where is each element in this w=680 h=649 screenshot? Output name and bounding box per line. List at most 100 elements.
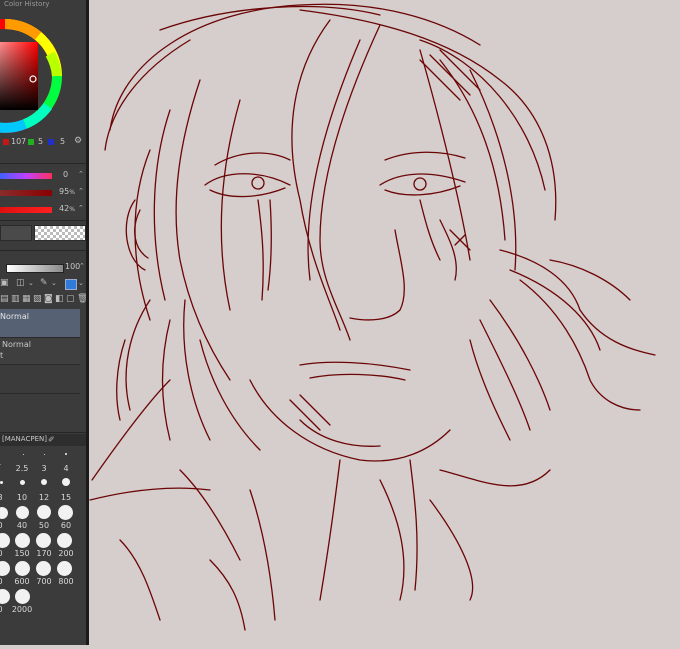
opacity-value[interactable]: 100 — [65, 262, 80, 271]
red-value[interactable]: 107 — [11, 137, 26, 146]
brush-dot[interactable] — [0, 481, 3, 484]
brush-size-label[interactable]: 2.5 — [11, 464, 33, 473]
value-slider[interactable] — [0, 207, 52, 213]
brush-size-grid: . 2.5 3 4 8 10 12 15 0 40 50 60 0 150 17… — [0, 448, 86, 618]
brush-size-label[interactable]: 200 — [55, 549, 77, 558]
red-swatch — [3, 139, 9, 145]
brush-size-label[interactable]: 0 — [0, 521, 11, 530]
saturation-row: 95% ⌃ — [0, 187, 86, 199]
color-wheel-icon[interactable] — [0, 14, 70, 138]
hue-stepper-icon[interactable]: ⌃ — [78, 170, 84, 179]
merge-icon[interactable]: ▧ — [33, 295, 42, 304]
new-vector-layer-icon[interactable]: ▥ — [11, 295, 20, 304]
brush-dot[interactable] — [0, 561, 10, 576]
hue-row: 0 ⌃ — [0, 170, 86, 182]
brush-size-label[interactable]: 8 — [0, 493, 11, 502]
lock-icon[interactable]: ▣ — [0, 279, 9, 288]
layer-color-icon[interactable] — [65, 279, 77, 290]
brush-size-label[interactable]: 3 — [33, 464, 55, 473]
brush-size-label[interactable]: 40 — [11, 521, 33, 530]
mask-icon[interactable]: ◙ — [44, 295, 53, 304]
brush-dot[interactable] — [65, 453, 67, 455]
main-color-swatch[interactable] — [0, 225, 32, 241]
saturation-slider[interactable] — [0, 190, 52, 196]
brush-size-label[interactable]: 10 — [11, 493, 33, 502]
brush-size-tabbar: [MANACPEN] ✐ — [0, 434, 86, 446]
layer-toolbar-bottom: ▤ ▥ ▦ ▧ ◙ ◧ ▢ 🗑 — [0, 293, 88, 307]
brush-size-label[interactable]: . — [0, 458, 11, 467]
brush-dot[interactable] — [41, 479, 47, 485]
layer-item[interactable]: Normal t — [0, 338, 80, 365]
apply-mask-icon[interactable]: ◧ — [55, 295, 64, 304]
layer-item-selected[interactable]: Normal — [0, 309, 80, 338]
value-value[interactable]: 42% — [59, 204, 75, 213]
layer-color-dropdown-icon[interactable]: ⌄ — [78, 279, 84, 288]
copy-layer-icon[interactable]: ▢ — [66, 295, 75, 304]
layer-toolbar-top: ▣ ◫ ⌄ ✎ ⌄ ⌄ — [0, 277, 86, 291]
brush-dot[interactable] — [58, 505, 73, 520]
brush-size-label[interactable]: 12 — [33, 493, 55, 502]
layer-name-fragment: t — [0, 351, 4, 360]
brush-size-label[interactable]: 0 — [0, 605, 11, 614]
tool-panel: Color History 107 5 5 ⚙ 0 ⌃ 95% ⌃ 42% ⌃ … — [0, 0, 88, 645]
blue-value[interactable]: 5 — [60, 137, 65, 146]
brush-size-label[interactable]: 800 — [55, 577, 77, 586]
layer-blend-mode: Normal — [0, 312, 29, 321]
brush-size-label[interactable]: 700 — [33, 577, 55, 586]
layer-blend-mode-2: Normal — [2, 340, 31, 349]
color-settings-icon[interactable]: ⚙ — [74, 137, 82, 146]
transparent-color-swatch[interactable] — [34, 225, 86, 241]
brush-size-label[interactable]: 600 — [11, 577, 33, 586]
brush-dot[interactable] — [44, 454, 45, 455]
drawing-canvas[interactable] — [89, 0, 680, 645]
hue-slider[interactable] — [0, 173, 52, 179]
brush-size-label[interactable]: 4 — [55, 464, 77, 473]
value-row: 42% ⌃ — [0, 204, 86, 216]
brush-dot[interactable] — [15, 561, 30, 576]
clip-dropdown-icon[interactable]: ⌄ — [28, 279, 34, 288]
brush-tab-icon[interactable]: ✐ — [48, 435, 55, 444]
brush-size-label[interactable]: 2000 — [11, 605, 33, 614]
new-layer-icon[interactable]: ▤ — [0, 295, 9, 304]
brush-dot[interactable] — [23, 454, 24, 455]
new-folder-icon[interactable]: ▦ — [22, 295, 31, 304]
brush-dot[interactable] — [0, 533, 10, 548]
brush-size-label[interactable]: 0 — [0, 549, 11, 558]
brush-size-label[interactable]: 150 — [11, 549, 33, 558]
hue-value[interactable]: 0 — [63, 170, 68, 179]
saturation-value[interactable]: 95% — [59, 187, 75, 196]
brush-dot[interactable] — [62, 478, 70, 486]
opacity-row: 100 ⌃ — [0, 261, 86, 275]
brush-dot[interactable] — [15, 533, 30, 548]
brush-size-label[interactable]: 0 — [0, 577, 11, 586]
saturation-stepper-icon[interactable]: ⌃ — [78, 187, 84, 196]
clip-icon[interactable]: ◫ — [16, 279, 25, 288]
brush-dot[interactable] — [57, 561, 72, 576]
brush-dot[interactable] — [57, 533, 72, 548]
blue-swatch — [48, 139, 54, 145]
opacity-stepper-icon[interactable]: ⌃ — [79, 262, 85, 271]
layer-list-space — [0, 394, 80, 424]
brush-dot[interactable] — [36, 561, 51, 576]
brush-dot[interactable] — [37, 505, 51, 519]
brush-dot[interactable] — [15, 589, 30, 604]
brush-size-label[interactable]: 50 — [33, 521, 55, 530]
reference-dropdown-icon[interactable]: ⌄ — [51, 279, 57, 288]
green-value[interactable]: 5 — [38, 137, 43, 146]
brush-size-label[interactable]: 60 — [55, 521, 77, 530]
brush-size-tab[interactable]: [MANACPEN] — [2, 435, 47, 443]
panel-title: Color History — [4, 0, 50, 8]
value-stepper-icon[interactable]: ⌃ — [78, 204, 84, 213]
opacity-slider[interactable] — [6, 264, 64, 273]
color-values-row: 107 5 5 ⚙ — [0, 137, 86, 149]
brush-dot[interactable] — [36, 533, 51, 548]
layer-item-empty[interactable] — [0, 365, 80, 394]
green-swatch — [28, 139, 34, 145]
brush-dot[interactable] — [0, 507, 8, 519]
brush-dot[interactable] — [20, 480, 25, 485]
brush-dot[interactable] — [16, 506, 29, 519]
reference-icon[interactable]: ✎ — [40, 279, 48, 288]
brush-size-label[interactable]: 170 — [33, 549, 55, 558]
brush-dot[interactable] — [0, 589, 10, 604]
brush-size-label[interactable]: 15 — [55, 493, 77, 502]
